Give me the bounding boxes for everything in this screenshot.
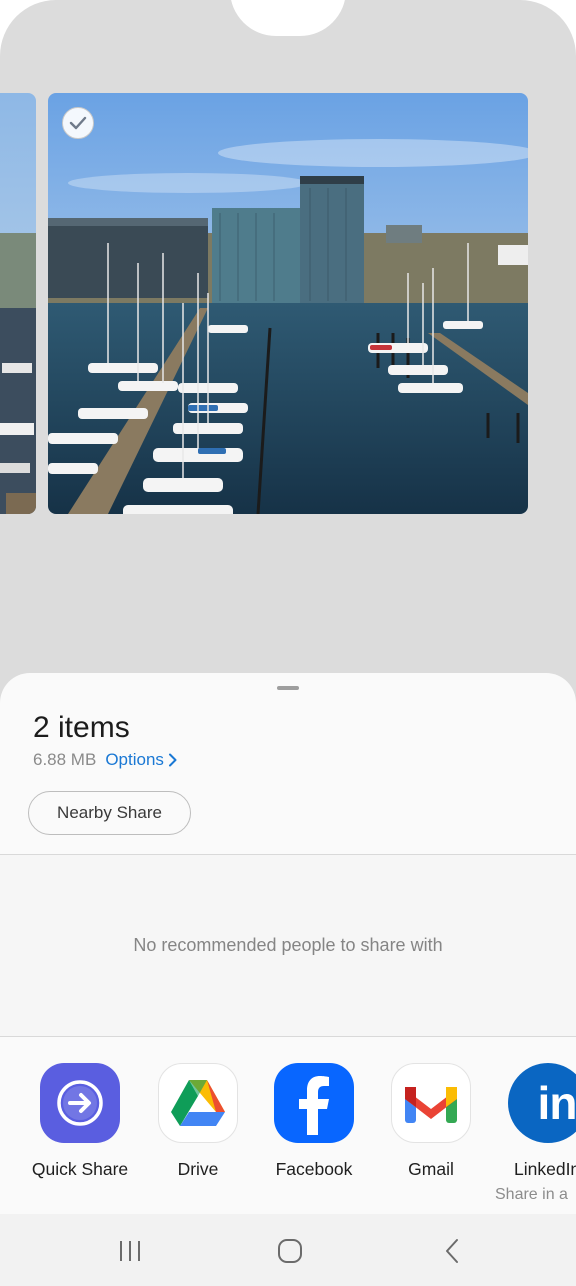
options-link[interactable]: Options	[105, 750, 177, 770]
divider-bottom	[0, 1036, 576, 1037]
system-nav-bar	[0, 1214, 576, 1286]
photo-thumbnail-selected[interactable]	[48, 93, 528, 514]
options-label: Options	[105, 750, 164, 769]
share-screen: 2 items 6.88 MB Options Nearby Share No …	[0, 0, 576, 1286]
share-apps-row: Quick Share Drive Facebook Gmail in Link…	[0, 1063, 576, 1213]
share-meta: 6.88 MB Options	[33, 750, 177, 770]
app-gmail[interactable]: Gmail	[371, 1063, 491, 1180]
app-label: Quick Share	[31, 1159, 129, 1179]
app-label: Facebook	[275, 1159, 353, 1179]
app-label: LinkedIn	[514, 1159, 576, 1179]
sheet-drag-handle[interactable]	[277, 686, 299, 690]
quick-share-icon	[40, 1063, 120, 1143]
no-recommended-people-text: No recommended people to share with	[133, 935, 443, 955]
total-size: 6.88 MB	[33, 750, 97, 769]
back-icon[interactable]	[432, 1236, 472, 1266]
app-label: Gmail	[408, 1159, 454, 1179]
share-sheet: 2 items 6.88 MB Options Nearby Share No …	[0, 673, 576, 1214]
facebook-icon	[274, 1063, 354, 1143]
chevron-right-icon	[168, 753, 177, 767]
app-sublabel: Share in a	[495, 1186, 568, 1203]
app-drive[interactable]: Drive	[138, 1063, 258, 1180]
nearby-share-button[interactable]: Nearby Share	[28, 791, 191, 835]
app-linkedin[interactable]: in LinkedIn Share in a	[488, 1063, 576, 1204]
google-drive-icon	[158, 1063, 238, 1143]
photo-thumbnail-previous[interactable]	[0, 93, 36, 514]
linkedin-icon: in	[508, 1063, 576, 1143]
home-icon[interactable]	[270, 1236, 310, 1266]
selected-check-icon[interactable]	[62, 107, 94, 139]
gmail-icon	[391, 1063, 471, 1143]
app-label: Drive	[177, 1159, 219, 1179]
app-facebook[interactable]: Facebook	[254, 1063, 374, 1180]
share-title: 2 items	[33, 711, 130, 744]
app-quick-share[interactable]: Quick Share	[20, 1063, 140, 1180]
recent-apps-icon[interactable]	[110, 1236, 150, 1266]
